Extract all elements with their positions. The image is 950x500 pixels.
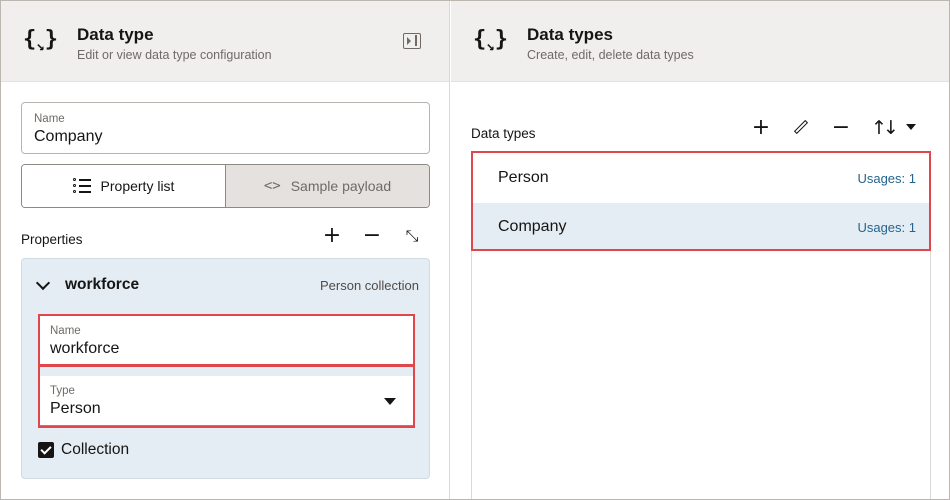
list-item[interactable]: Company Usages: 1	[472, 203, 930, 251]
delete-data-type-button[interactable]: −	[829, 116, 853, 140]
sort-button[interactable]: ↑↓	[871, 116, 899, 140]
data-types-header: {↘} Data types Create, edit, delete data…	[451, 1, 949, 82]
collapse-arrows-icon: ⤡	[405, 226, 419, 245]
add-property-button[interactable]: +	[320, 224, 344, 248]
view-toggle: Property list <> Sample payload	[21, 164, 430, 208]
sort-caret-icon[interactable]	[906, 124, 916, 130]
panel-title: Data type	[77, 25, 154, 44]
collection-checkbox[interactable]	[38, 442, 54, 458]
chevron-down-icon[interactable]	[35, 275, 51, 291]
app-window: {↘} Data type Edit or view data type con…	[0, 0, 950, 500]
remove-property-button[interactable]: −	[360, 224, 384, 248]
caret-down-icon[interactable]	[384, 398, 396, 405]
data-types-list-label: Data types	[471, 126, 536, 141]
property-name: workforce	[65, 276, 140, 293]
minus-icon: −	[362, 223, 382, 248]
tab-sample-payload-label: Sample payload	[290, 178, 392, 194]
name-field-label: Name	[34, 113, 65, 125]
tab-sample-payload[interactable]: <> Sample payload	[226, 165, 429, 207]
highlight-divider	[38, 364, 415, 367]
collection-label: Collection	[61, 441, 130, 458]
panel-subtitle: Create, edit, delete data types	[527, 48, 694, 62]
list-item[interactable]: Person Usages: 1	[472, 154, 930, 202]
collapse-panel-icon[interactable]	[403, 33, 421, 49]
property-type-value: Person	[50, 400, 101, 417]
plus-icon: +	[751, 115, 771, 140]
plus-icon: +	[322, 223, 342, 248]
data-type-name: Company	[498, 218, 567, 235]
name-field-value[interactable]: Company	[34, 128, 102, 146]
property-name-label: Name	[50, 325, 81, 337]
collapse-all-button[interactable]: ⤡	[400, 224, 424, 248]
list-icon	[72, 178, 91, 194]
data-types-list: Person Usages: 1 Company Usages: 1	[471, 151, 931, 499]
property-type-summary: Person collection	[320, 278, 419, 293]
property-name-field[interactable]: Name workforce	[40, 316, 414, 366]
add-data-type-button[interactable]: +	[749, 116, 773, 140]
property-type-select[interactable]: Type Person	[40, 376, 414, 426]
data-type-panel: {↘} Data type Edit or view data type con…	[1, 1, 450, 499]
pencil-icon	[793, 119, 809, 135]
panel-subtitle: Edit or view data type configuration	[77, 48, 272, 62]
braces-icon: {↘}	[23, 27, 58, 54]
data-type-name: Person	[498, 169, 549, 186]
code-icon: <>	[263, 178, 281, 194]
property-name-value[interactable]: workforce	[50, 340, 119, 358]
data-type-header: {↘} Data type Edit or view data type con…	[1, 1, 449, 82]
property-card: workforce Person collection Name workfor…	[21, 258, 430, 479]
tab-property-list-label: Property list	[100, 178, 175, 194]
panel-title: Data types	[527, 25, 613, 44]
minus-icon: −	[831, 115, 851, 140]
name-field[interactable]: Name Company	[21, 102, 430, 154]
usages-link[interactable]: Usages: 1	[857, 220, 916, 235]
usages-link[interactable]: Usages: 1	[857, 171, 916, 186]
sort-arrows-icon: ↑↓	[871, 117, 899, 139]
property-type-label: Type	[50, 385, 75, 397]
edit-data-type-button[interactable]	[789, 116, 813, 140]
tab-property-list[interactable]: Property list	[22, 165, 226, 207]
data-types-panel: {↘} Data types Create, edit, delete data…	[451, 1, 949, 499]
properties-label: Properties	[21, 232, 83, 247]
braces-icon: {↘}	[473, 27, 508, 54]
